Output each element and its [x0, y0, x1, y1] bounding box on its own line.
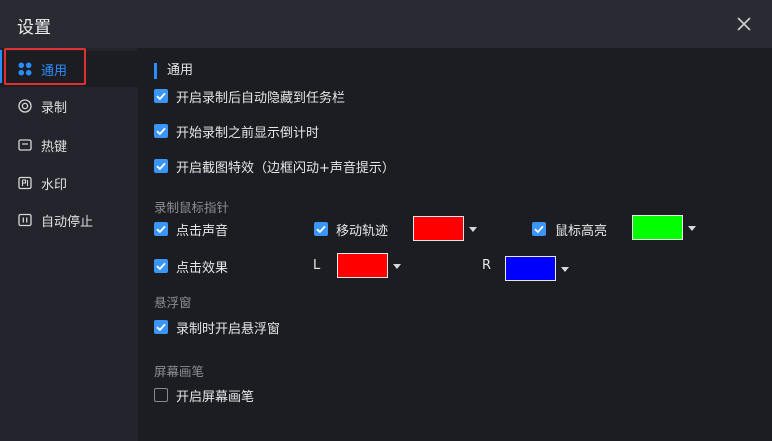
sidebar-item-hotkey[interactable]: 热键	[0, 127, 138, 163]
record-icon	[18, 99, 32, 113]
window-title: 设置	[17, 18, 51, 38]
sidebar-item-label: 水印	[41, 178, 68, 193]
sidebar: 通用 录制 热键 水印 自动停止	[0, 48, 138, 441]
left-click-color-swatch[interactable]	[337, 253, 388, 278]
screenshot-effect-label: 开启截图特效（边框闪动+声音提示）	[176, 161, 395, 176]
trail-checkbox[interactable]	[314, 222, 328, 236]
trail-label: 移动轨迹	[336, 224, 389, 239]
group-label-pen: 屏幕画笔	[154, 364, 205, 379]
chevron-down-icon[interactable]	[393, 264, 401, 269]
watermark-icon	[18, 176, 32, 190]
title-bar: 设置	[0, 0, 772, 48]
group-label-mouse: 录制鼠标指针	[154, 200, 230, 215]
chevron-down-icon[interactable]	[688, 226, 696, 231]
chevron-down-icon[interactable]	[469, 227, 477, 232]
close-icon[interactable]	[734, 14, 754, 34]
left-click-label: L	[313, 258, 321, 273]
screenshot-effect-checkbox[interactable]	[154, 159, 168, 173]
click-sound-checkbox[interactable]	[154, 222, 168, 236]
highlight-color-swatch[interactable]	[632, 215, 683, 240]
active-indicator	[0, 50, 2, 83]
sidebar-item-record[interactable]: 录制	[0, 88, 138, 124]
countdown-checkbox[interactable]	[154, 124, 168, 138]
keyboard-icon	[18, 138, 32, 152]
sidebar-item-label: 录制	[41, 101, 68, 116]
chevron-down-icon[interactable]	[561, 267, 569, 272]
sidebar-item-label: 自动停止	[41, 215, 94, 230]
click-effect-label: 点击效果	[176, 261, 229, 276]
screen-pen-label: 开启屏幕画笔	[176, 390, 255, 405]
group-label-float: 悬浮窗	[154, 295, 192, 310]
auto-hide-label: 开启录制后自动隐藏到任务栏	[176, 91, 346, 106]
float-window-label: 录制时开启悬浮窗	[176, 322, 281, 337]
section-title-general: 通用	[154, 63, 193, 79]
screen-pen-checkbox[interactable]	[154, 388, 168, 402]
float-window-checkbox[interactable]	[154, 320, 168, 334]
highlight-label: 鼠标高亮	[555, 224, 608, 239]
highlight-checkbox[interactable]	[532, 222, 546, 236]
sidebar-item-watermark[interactable]: 水印	[0, 165, 138, 201]
timer-stop-icon	[18, 213, 32, 227]
click-sound-label: 点击声音	[176, 224, 229, 239]
auto-hide-checkbox[interactable]	[154, 89, 168, 103]
sidebar-item-auto-stop[interactable]: 自动停止	[0, 202, 138, 238]
right-click-label: R	[482, 258, 492, 273]
right-click-color-swatch[interactable]	[505, 256, 556, 281]
click-effect-checkbox[interactable]	[154, 259, 168, 273]
selection-highlight-box	[4, 48, 86, 85]
trail-color-swatch[interactable]	[413, 216, 464, 241]
countdown-label: 开始录制之前显示倒计时	[176, 126, 320, 141]
sidebar-item-label: 热键	[41, 140, 68, 155]
